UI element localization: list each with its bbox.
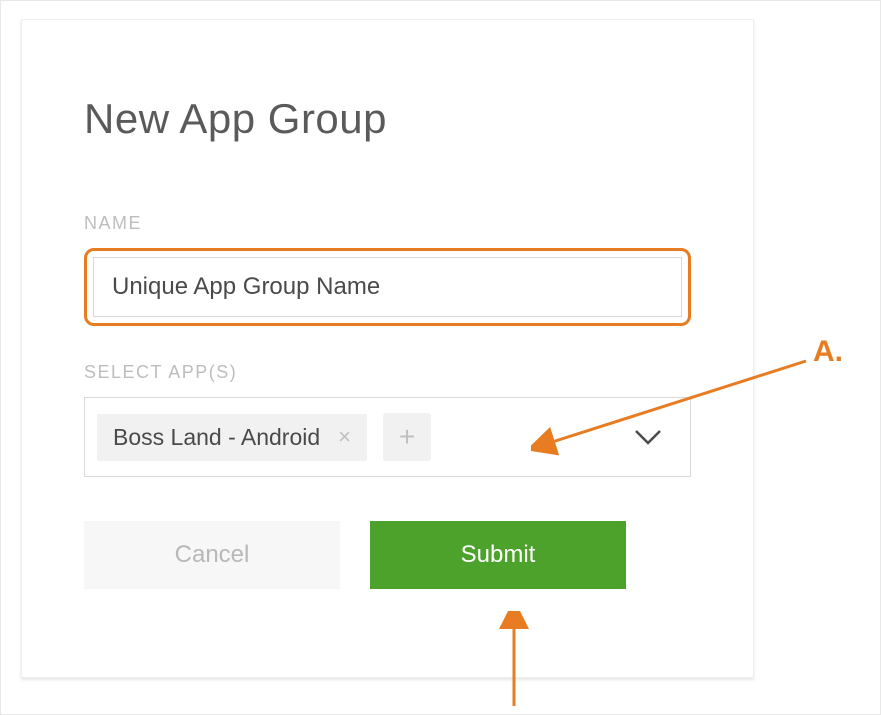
selected-app-chip: Boss Land - Android ×	[97, 414, 367, 461]
dialog-title: New App Group	[84, 95, 691, 143]
select-apps-combobox[interactable]: Boss Land - Android × +	[84, 397, 691, 477]
select-apps-label: SELECT APP(S)	[84, 362, 691, 383]
dialog-button-row: Cancel Submit	[84, 521, 691, 589]
cancel-button[interactable]: Cancel	[84, 521, 340, 589]
remove-app-icon[interactable]: ×	[334, 426, 355, 448]
submit-button[interactable]: Submit	[370, 521, 626, 589]
new-app-group-dialog: New App Group NAME SELECT APP(S) Boss La…	[21, 19, 754, 678]
screenshot-frame: New App Group NAME SELECT APP(S) Boss La…	[0, 0, 881, 715]
dropdown-toggle[interactable]	[634, 429, 662, 445]
plus-icon: +	[399, 421, 415, 453]
annotation-a-label: A.	[813, 335, 843, 369]
selected-app-label: Boss Land - Android	[113, 424, 320, 451]
add-app-button[interactable]: +	[383, 413, 431, 461]
name-input[interactable]	[93, 257, 682, 317]
name-field-highlight	[84, 248, 691, 326]
chevron-down-icon	[634, 429, 662, 445]
name-field-label: NAME	[84, 213, 691, 234]
